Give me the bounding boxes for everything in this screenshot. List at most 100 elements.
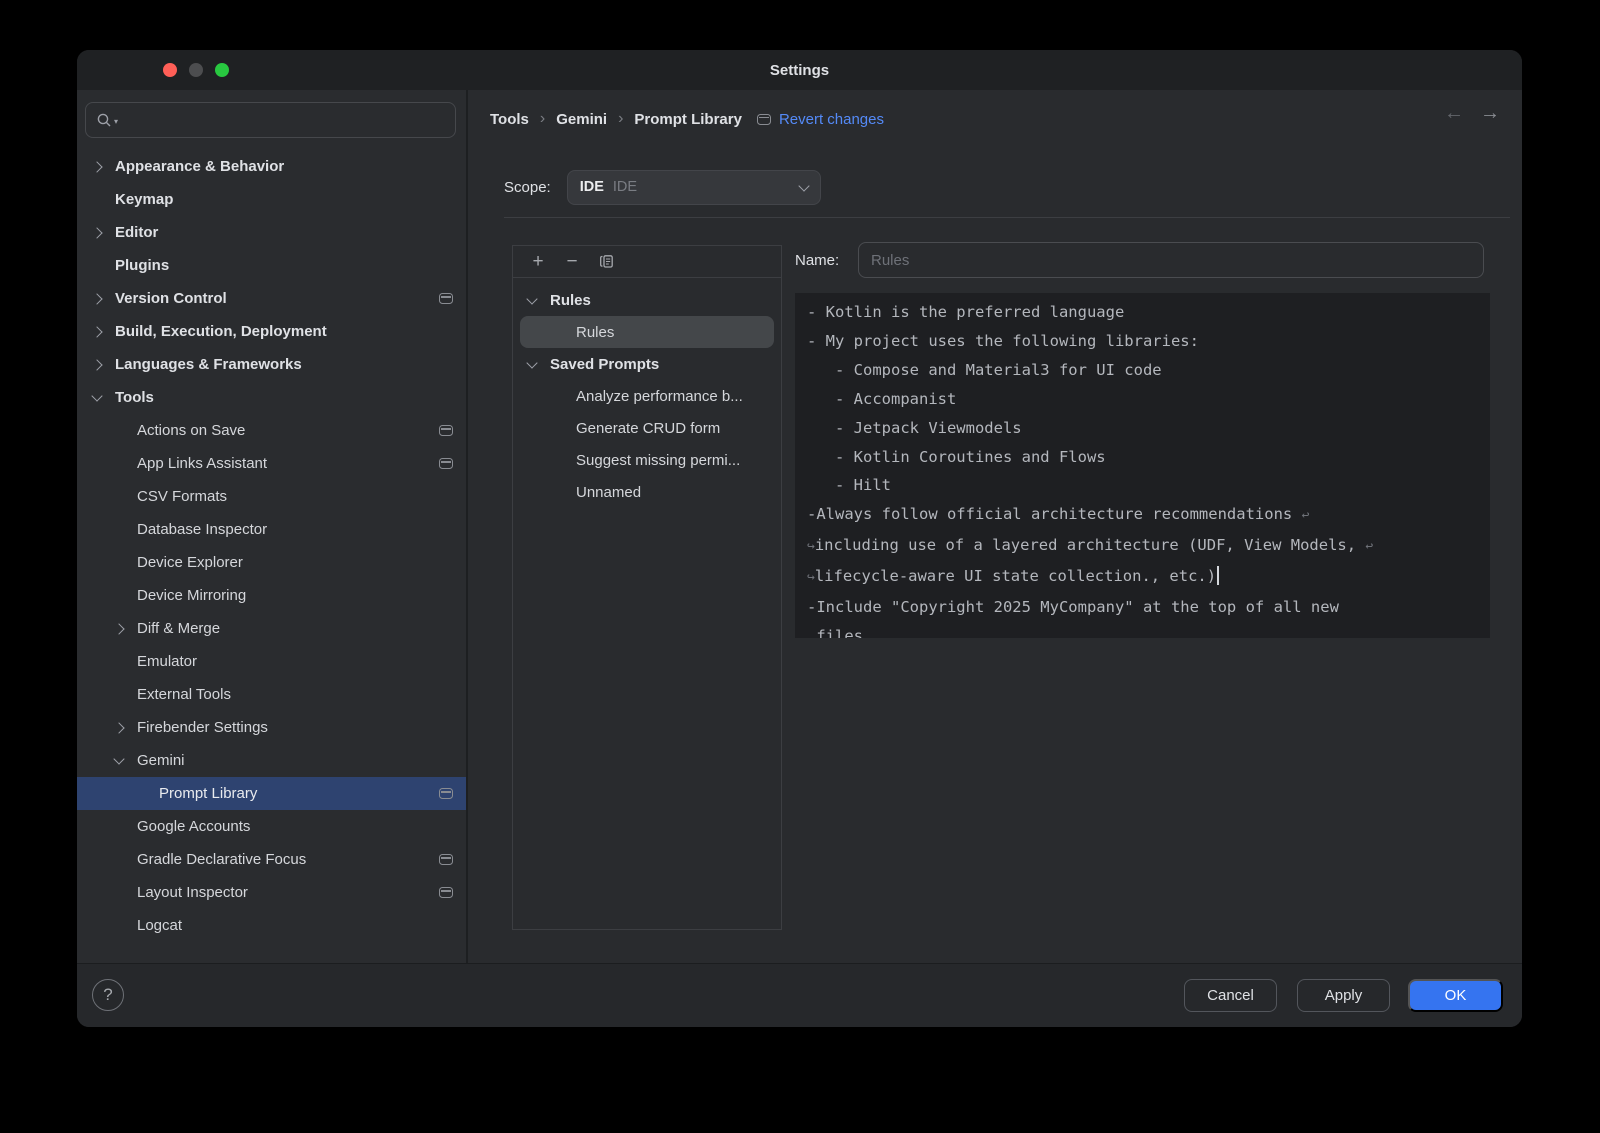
sidebar-item-version-control[interactable]: Version Control	[77, 282, 466, 315]
prompt-list-panel: + − RulesRulesSaved PromptsAnalyze perfo…	[512, 245, 782, 930]
chevron-right-icon[interactable]	[115, 625, 137, 633]
window-icon	[439, 788, 453, 799]
cancel-button[interactable]: Cancel	[1184, 979, 1277, 1012]
sidebar-item-plugins[interactable]: Plugins	[77, 249, 466, 282]
sidebar-item-csv-formats[interactable]: CSV Formats	[77, 480, 466, 513]
settings-search-box[interactable]: ▾	[85, 102, 456, 138]
sidebar-item-languages-frameworks[interactable]: Languages & Frameworks	[77, 348, 466, 381]
scope-secondary-value: IDE	[613, 179, 791, 195]
duplicate-prompt-button[interactable]	[589, 249, 623, 275]
scope-label: Scope:	[504, 179, 551, 196]
chevron-down-icon[interactable]	[528, 362, 550, 367]
history-arrows: ← →	[1444, 103, 1500, 123]
ok-button[interactable]: OK	[1408, 979, 1503, 1012]
sidebar-item-label: Prompt Library	[159, 785, 439, 802]
sidebar-item-google-accounts[interactable]: Google Accounts	[77, 810, 466, 843]
sidebar-item-gradle-declarative-focus[interactable]: Gradle Declarative Focus	[77, 843, 466, 876]
sidebar-item-emulator[interactable]: Emulator	[77, 645, 466, 678]
sidebar-item-device-explorer[interactable]: Device Explorer	[77, 546, 466, 579]
window-icon	[439, 425, 453, 436]
modified-settings-icon	[757, 114, 771, 125]
sidebar-item-label: CSV Formats	[137, 488, 453, 505]
sidebar-item-label: App Links Assistant	[137, 455, 439, 472]
name-label: Name:	[795, 252, 858, 269]
chevron-right-icon[interactable]	[93, 295, 115, 303]
chevron-right-icon[interactable]	[93, 328, 115, 336]
forward-arrow-icon[interactable]: →	[1480, 103, 1500, 123]
sidebar-item-label: Device Explorer	[137, 554, 453, 571]
chevron-down-icon[interactable]	[115, 758, 137, 763]
sidebar-item-editor[interactable]: Editor	[77, 216, 466, 249]
breadcrumb-gemini[interactable]: Gemini	[556, 111, 607, 128]
window-title: Settings	[77, 50, 1522, 90]
titlebar[interactable]: Settings	[77, 50, 1522, 90]
section-divider	[504, 217, 1510, 218]
prompt-group-rules[interactable]: Rules	[520, 284, 774, 316]
sidebar-item-label: Database Inspector	[137, 521, 453, 538]
prompt-group-saved-prompts[interactable]: Saved Prompts	[520, 348, 774, 380]
remove-prompt-button[interactable]: −	[555, 249, 589, 275]
revert-changes-link[interactable]: Revert changes	[779, 111, 884, 128]
chevron-down-icon	[798, 180, 809, 191]
sidebar-item-external-tools[interactable]: External Tools	[77, 678, 466, 711]
sidebar-item-gemini[interactable]: Gemini	[77, 744, 466, 777]
chevron-right-icon[interactable]	[93, 361, 115, 369]
sidebar-item-tools[interactable]: Tools	[77, 381, 466, 414]
breadcrumb-separator-icon: ›	[618, 110, 623, 128]
add-prompt-button[interactable]: +	[521, 249, 555, 275]
prompt-editor[interactable]: - Kotlin is the preferred language- My p…	[795, 293, 1490, 638]
editor-line: - Jetpack Viewmodels	[807, 414, 1478, 443]
editor-line: - Kotlin Coroutines and Flows	[807, 443, 1478, 472]
prompt-item-unnamed[interactable]: Unnamed	[520, 476, 774, 508]
sidebar-item-label: Logcat	[137, 917, 453, 934]
sidebar-item-logcat[interactable]: Logcat	[77, 909, 466, 942]
settings-sidebar: ▾ Appearance & BehaviorKeymapEditorPlugi…	[77, 90, 468, 964]
sidebar-item-label: Emulator	[137, 653, 453, 670]
sidebar-item-firebender-settings[interactable]: Firebender Settings	[77, 711, 466, 744]
chevron-right-icon[interactable]	[93, 163, 115, 171]
back-arrow-icon[interactable]: ←	[1444, 103, 1464, 123]
sidebar-item-prompt-library[interactable]: Prompt Library	[77, 777, 466, 810]
prompt-name-input[interactable]	[858, 242, 1484, 278]
sidebar-item-label: Actions on Save	[137, 422, 439, 439]
search-input[interactable]	[119, 111, 445, 129]
search-options-caret-icon[interactable]: ▾	[114, 117, 118, 126]
breadcrumb-tools[interactable]: Tools	[490, 111, 529, 128]
breadcrumb-separator-icon: ›	[540, 110, 545, 128]
prompt-item-generate-crud-form[interactable]: Generate CRUD form	[520, 412, 774, 444]
scope-dropdown[interactable]: IDE IDE	[567, 170, 821, 205]
chevron-right-icon[interactable]	[93, 229, 115, 237]
sidebar-item-appearance-behavior[interactable]: Appearance & Behavior	[77, 150, 466, 183]
apply-button[interactable]: Apply	[1297, 979, 1390, 1012]
sidebar-item-label: Tools	[115, 389, 453, 406]
prompt-name-row: Name:	[795, 242, 1484, 278]
sidebar-item-label: Version Control	[115, 290, 439, 307]
soft-wrap-start-icon: ↪	[807, 570, 815, 585]
prompt-item-analyze-performance-b[interactable]: Analyze performance b...	[520, 380, 774, 412]
prompt-item-suggest-missing-permi[interactable]: Suggest missing permi...	[520, 444, 774, 476]
text-caret	[1217, 566, 1219, 585]
sidebar-item-device-mirroring[interactable]: Device Mirroring	[77, 579, 466, 612]
sidebar-item-actions-on-save[interactable]: Actions on Save	[77, 414, 466, 447]
sidebar-item-label: Languages & Frameworks	[115, 356, 453, 373]
sidebar-item-app-links-assistant[interactable]: App Links Assistant	[77, 447, 466, 480]
prompt-row-label: Rules	[550, 292, 591, 309]
chevron-down-icon[interactable]	[528, 298, 550, 303]
scope-row: Scope: IDE IDE	[504, 169, 821, 205]
editor-line: files	[807, 622, 1478, 638]
chevron-down-icon[interactable]	[93, 395, 115, 400]
sidebar-item-build-execution-deployment[interactable]: Build, Execution, Deployment	[77, 315, 466, 348]
sidebar-item-keymap[interactable]: Keymap	[77, 183, 466, 216]
breadcrumb: Tools › Gemini › Prompt Library Revert c…	[490, 104, 884, 134]
editor-line: - Accompanist	[807, 385, 1478, 414]
sidebar-item-label: Device Mirroring	[137, 587, 453, 604]
prompt-item-rules[interactable]: Rules	[520, 316, 774, 348]
chevron-right-icon[interactable]	[115, 724, 137, 732]
sidebar-item-diff-merge[interactable]: Diff & Merge	[77, 612, 466, 645]
help-button[interactable]: ?	[92, 979, 124, 1011]
sidebar-item-label: Gradle Declarative Focus	[137, 851, 439, 868]
sidebar-item-layout-inspector[interactable]: Layout Inspector	[77, 876, 466, 909]
editor-line: - Compose and Material3 for UI code	[807, 356, 1478, 385]
sidebar-item-database-inspector[interactable]: Database Inspector	[77, 513, 466, 546]
search-icon	[96, 112, 113, 129]
